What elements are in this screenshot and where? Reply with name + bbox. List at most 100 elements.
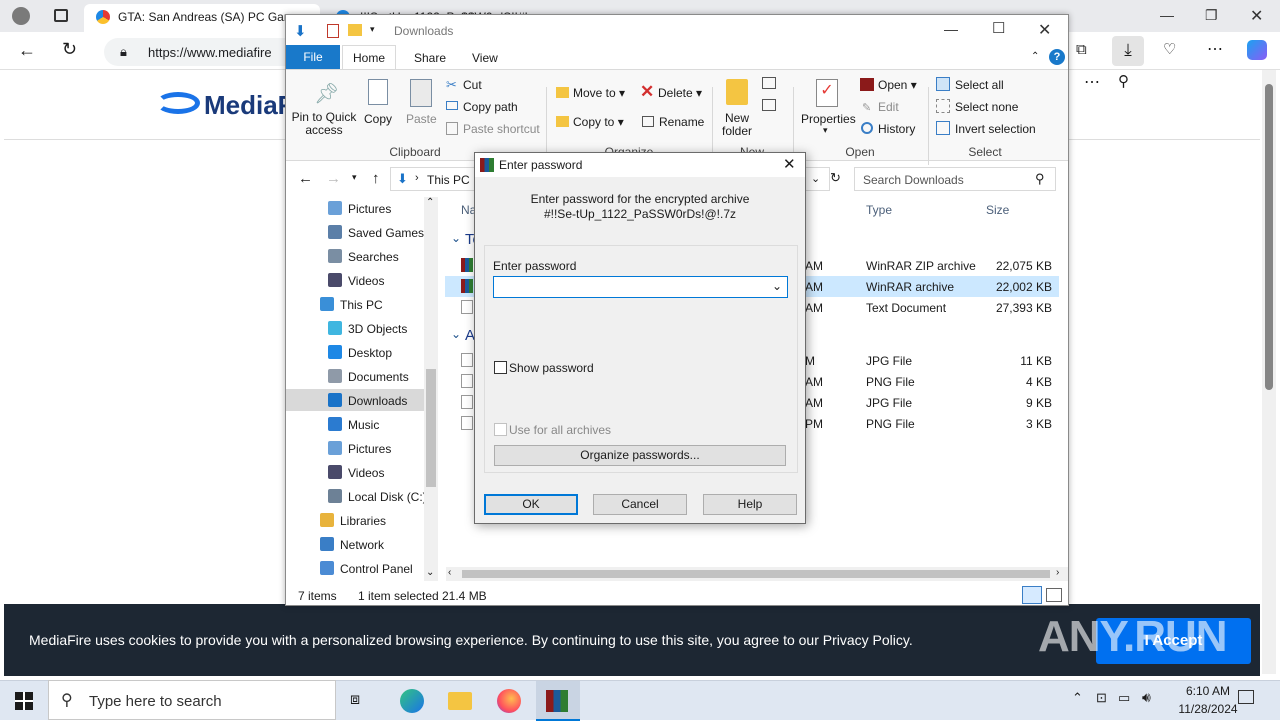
task-view-icon[interactable]: ⧈ (350, 691, 360, 709)
recent-dropdown-icon[interactable]: ▾ (352, 172, 357, 183)
edge-taskbar-icon[interactable] (400, 689, 424, 713)
nav-item[interactable]: Network (320, 537, 384, 552)
nav-scroll-up-icon[interactable]: ⌃ (426, 197, 434, 208)
password-history-dropdown-icon[interactable]: ⌄ (772, 279, 782, 293)
help-icon[interactable]: ? (1049, 49, 1065, 65)
nav-scroll-thumb[interactable] (426, 369, 436, 487)
nav-item[interactable]: Videos (328, 273, 384, 288)
nav-item[interactable]: This PC (320, 297, 383, 312)
rename-button[interactable]: Rename (659, 115, 704, 129)
new-folder-button[interactable]: New folder (714, 112, 760, 138)
refresh-icon[interactable]: ↻ (62, 39, 77, 60)
cancel-button[interactable]: Cancel (593, 494, 687, 515)
organize-passwords-button[interactable]: Organize passwords... (494, 445, 786, 466)
refresh-path-icon[interactable]: ↻ (830, 170, 841, 186)
file-explorer-taskbar-icon[interactable] (448, 692, 472, 710)
nav-item[interactable]: Documents (328, 369, 409, 384)
cut-button[interactable]: Cut (463, 78, 482, 92)
tab-file[interactable]: File (286, 45, 340, 69)
large-icons-view-icon[interactable] (1046, 588, 1062, 602)
restore-icon[interactable]: ❐ (1205, 7, 1218, 24)
tab-actions-icon[interactable] (54, 9, 68, 22)
quick-access-down-icon[interactable]: ⬇ (294, 22, 307, 40)
invert-selection-button[interactable]: Invert selection (955, 122, 1036, 136)
notifications-icon[interactable] (1238, 690, 1254, 704)
password-input[interactable]: ⌄ (493, 276, 788, 298)
search-downloads-input[interactable]: Search Downloads ⚲ (854, 167, 1056, 191)
paste-button[interactable]: Paste (406, 112, 437, 126)
nav-up-icon[interactable]: ↑ (372, 170, 380, 187)
nav-item[interactable]: Videos (328, 465, 384, 480)
network-icon[interactable]: ▭ (1118, 690, 1130, 706)
file-hscrollbar[interactable]: ‹ › (446, 567, 1068, 581)
copy-path-button[interactable]: Copy path (463, 100, 518, 114)
back-icon[interactable]: ← (18, 40, 36, 61)
copilot-icon[interactable] (1247, 40, 1267, 60)
firefox-taskbar-icon[interactable] (497, 689, 521, 713)
folder-qa-icon[interactable] (348, 24, 362, 36)
nav-scroll-down-icon[interactable]: ⌄ (426, 567, 434, 578)
tray-app-icon[interactable]: ⊡ (1096, 690, 1107, 706)
properties-dropdown-icon[interactable]: ▾ (823, 125, 828, 136)
column-type-header[interactable]: Type (866, 203, 892, 217)
nav-item[interactable]: Pictures (328, 201, 391, 216)
tab-share[interactable]: Share (414, 51, 446, 65)
properties-qa-icon[interactable] (327, 24, 339, 38)
hscroll-thumb[interactable] (462, 570, 1050, 578)
start-windows-icon[interactable] (15, 692, 33, 710)
open-button[interactable]: Open ▾ (878, 78, 917, 92)
more-menu-icon[interactable]: ⋯ (1207, 39, 1223, 59)
close-icon[interactable]: ✕ (1250, 6, 1263, 26)
copy-button[interactable]: Copy (364, 112, 392, 126)
properties-button[interactable]: Properties (801, 112, 856, 126)
group-earlier-chevron-icon[interactable]: ⌄ (451, 327, 461, 341)
copy-to-button[interactable]: Copy to ▾ (573, 115, 624, 129)
move-to-button[interactable]: Move to ▾ (573, 86, 625, 100)
explorer-maximize-icon[interactable]: ☐ (992, 19, 1005, 37)
ok-button[interactable]: OK (484, 494, 578, 515)
pin-quick-access-button[interactable]: Pin to Quick access (291, 111, 357, 137)
explorer-minimize-icon[interactable]: — (944, 21, 958, 37)
ribbon-collapse-icon[interactable]: ⌃ (1031, 51, 1039, 62)
tab-view[interactable]: View (472, 51, 498, 65)
group-today-chevron-icon[interactable]: ⌄ (451, 231, 461, 245)
tray-chevron-icon[interactable]: ⌃ (1072, 690, 1083, 706)
delete-button[interactable]: Delete ▾ (658, 86, 702, 100)
breadcrumb[interactable]: This PC (427, 173, 470, 187)
explorer-close-icon[interactable]: ✕ (1038, 20, 1051, 40)
new-item-icon[interactable] (762, 77, 776, 89)
details-view-icon[interactable] (1022, 586, 1042, 604)
easy-access-icon[interactable] (762, 99, 776, 111)
nav-item[interactable]: Desktop (328, 345, 392, 360)
qa-dropdown-icon[interactable]: ▾ (370, 24, 375, 35)
nav-item[interactable]: Local Disk (C:) (328, 489, 427, 504)
column-size-header[interactable]: Size (986, 203, 1009, 217)
use-for-all-checkbox[interactable] (494, 423, 507, 436)
nav-item[interactable]: Control Panel (320, 561, 413, 576)
nav-item[interactable]: Music (328, 417, 379, 432)
hscroll-left-icon[interactable]: ‹ (448, 567, 451, 578)
nav-item[interactable]: Downloads (286, 389, 424, 411)
show-password-label[interactable]: Show password (509, 361, 594, 375)
page-more-icon[interactable]: ⋯ (1084, 72, 1100, 92)
pin-icon[interactable]: ⚲ (1118, 72, 1129, 90)
nav-item[interactable]: Libraries (320, 513, 386, 528)
help-button[interactable]: Help (703, 494, 797, 515)
nav-scrollbar[interactable]: ⌃ ⌄ (424, 197, 438, 581)
tab-home[interactable]: Home (342, 45, 396, 70)
nav-item[interactable]: Saved Games (328, 225, 424, 240)
clock-date[interactable]: 11/28/2024 (1166, 702, 1250, 716)
extensions-icon[interactable]: ⧉ (1076, 41, 1087, 58)
clock-time[interactable]: 6:10 AM (1172, 684, 1244, 698)
edit-button[interactable]: Edit (878, 100, 899, 114)
nav-item[interactable]: Searches (328, 249, 399, 264)
nav-item[interactable]: Pictures (328, 441, 391, 456)
browser-essentials-icon[interactable]: ♡ (1163, 40, 1176, 58)
path-dropdown-icon[interactable]: ⌄ (811, 172, 820, 185)
paste-shortcut-button[interactable]: Paste shortcut (463, 122, 540, 136)
history-button[interactable]: History (878, 122, 915, 136)
taskbar-search-input[interactable]: ⚲ Type here to search (48, 680, 336, 720)
nav-forward-icon[interactable]: → (326, 170, 341, 187)
hscroll-right-icon[interactable]: › (1056, 567, 1059, 578)
profile-avatar-icon[interactable] (12, 7, 30, 25)
